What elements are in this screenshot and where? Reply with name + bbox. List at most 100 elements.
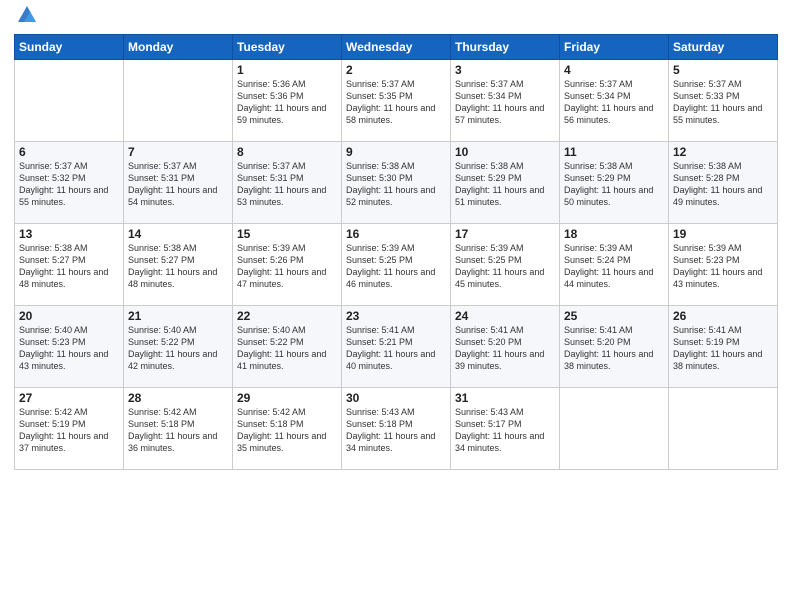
day-number: 16 — [346, 227, 446, 241]
calendar: SundayMondayTuesdayWednesdayThursdayFrid… — [14, 34, 778, 470]
day-number: 21 — [128, 309, 228, 323]
day-number: 3 — [455, 63, 555, 77]
day-number: 23 — [346, 309, 446, 323]
day-header-monday: Monday — [124, 34, 233, 59]
calendar-cell: 30Sunrise: 5:43 AM Sunset: 5:18 PM Dayli… — [342, 387, 451, 469]
logo-icon — [16, 4, 38, 26]
day-header-sunday: Sunday — [15, 34, 124, 59]
day-number: 10 — [455, 145, 555, 159]
day-number: 20 — [19, 309, 119, 323]
calendar-cell: 26Sunrise: 5:41 AM Sunset: 5:19 PM Dayli… — [669, 305, 778, 387]
day-number: 8 — [237, 145, 337, 159]
day-content: Sunrise: 5:37 AM Sunset: 5:35 PM Dayligh… — [346, 78, 446, 127]
day-content: Sunrise: 5:39 AM Sunset: 5:25 PM Dayligh… — [346, 242, 446, 291]
day-number: 13 — [19, 227, 119, 241]
day-content: Sunrise: 5:37 AM Sunset: 5:31 PM Dayligh… — [128, 160, 228, 209]
calendar-cell — [669, 387, 778, 469]
day-header-thursday: Thursday — [451, 34, 560, 59]
day-number: 15 — [237, 227, 337, 241]
calendar-cell: 17Sunrise: 5:39 AM Sunset: 5:25 PM Dayli… — [451, 223, 560, 305]
day-header-tuesday: Tuesday — [233, 34, 342, 59]
week-row-2: 6Sunrise: 5:37 AM Sunset: 5:32 PM Daylig… — [15, 141, 778, 223]
day-content: Sunrise: 5:36 AM Sunset: 5:36 PM Dayligh… — [237, 78, 337, 127]
day-number: 31 — [455, 391, 555, 405]
day-content: Sunrise: 5:38 AM Sunset: 5:29 PM Dayligh… — [455, 160, 555, 209]
day-content: Sunrise: 5:37 AM Sunset: 5:31 PM Dayligh… — [237, 160, 337, 209]
calendar-cell: 8Sunrise: 5:37 AM Sunset: 5:31 PM Daylig… — [233, 141, 342, 223]
calendar-cell: 1Sunrise: 5:36 AM Sunset: 5:36 PM Daylig… — [233, 59, 342, 141]
calendar-cell: 6Sunrise: 5:37 AM Sunset: 5:32 PM Daylig… — [15, 141, 124, 223]
calendar-cell: 14Sunrise: 5:38 AM Sunset: 5:27 PM Dayli… — [124, 223, 233, 305]
calendar-cell: 9Sunrise: 5:38 AM Sunset: 5:30 PM Daylig… — [342, 141, 451, 223]
day-header-wednesday: Wednesday — [342, 34, 451, 59]
calendar-cell: 28Sunrise: 5:42 AM Sunset: 5:18 PM Dayli… — [124, 387, 233, 469]
day-number: 18 — [564, 227, 664, 241]
day-content: Sunrise: 5:42 AM Sunset: 5:18 PM Dayligh… — [128, 406, 228, 455]
logo — [14, 10, 38, 30]
calendar-cell: 7Sunrise: 5:37 AM Sunset: 5:31 PM Daylig… — [124, 141, 233, 223]
day-number: 11 — [564, 145, 664, 159]
day-number: 1 — [237, 63, 337, 77]
day-number: 29 — [237, 391, 337, 405]
calendar-cell: 21Sunrise: 5:40 AM Sunset: 5:22 PM Dayli… — [124, 305, 233, 387]
day-number: 28 — [128, 391, 228, 405]
day-content: Sunrise: 5:40 AM Sunset: 5:23 PM Dayligh… — [19, 324, 119, 373]
day-content: Sunrise: 5:38 AM Sunset: 5:28 PM Dayligh… — [673, 160, 773, 209]
day-number: 14 — [128, 227, 228, 241]
day-number: 27 — [19, 391, 119, 405]
day-number: 25 — [564, 309, 664, 323]
day-number: 17 — [455, 227, 555, 241]
calendar-cell: 13Sunrise: 5:38 AM Sunset: 5:27 PM Dayli… — [15, 223, 124, 305]
day-number: 24 — [455, 309, 555, 323]
day-content: Sunrise: 5:41 AM Sunset: 5:21 PM Dayligh… — [346, 324, 446, 373]
calendar-cell: 27Sunrise: 5:42 AM Sunset: 5:19 PM Dayli… — [15, 387, 124, 469]
calendar-cell: 18Sunrise: 5:39 AM Sunset: 5:24 PM Dayli… — [560, 223, 669, 305]
day-number: 5 — [673, 63, 773, 77]
calendar-cell: 15Sunrise: 5:39 AM Sunset: 5:26 PM Dayli… — [233, 223, 342, 305]
calendar-cell: 23Sunrise: 5:41 AM Sunset: 5:21 PM Dayli… — [342, 305, 451, 387]
calendar-cell — [560, 387, 669, 469]
calendar-cell: 4Sunrise: 5:37 AM Sunset: 5:34 PM Daylig… — [560, 59, 669, 141]
day-content: Sunrise: 5:37 AM Sunset: 5:33 PM Dayligh… — [673, 78, 773, 127]
calendar-cell: 24Sunrise: 5:41 AM Sunset: 5:20 PM Dayli… — [451, 305, 560, 387]
day-number: 9 — [346, 145, 446, 159]
week-row-1: 1Sunrise: 5:36 AM Sunset: 5:36 PM Daylig… — [15, 59, 778, 141]
day-number: 19 — [673, 227, 773, 241]
day-content: Sunrise: 5:38 AM Sunset: 5:29 PM Dayligh… — [564, 160, 664, 209]
calendar-cell: 22Sunrise: 5:40 AM Sunset: 5:22 PM Dayli… — [233, 305, 342, 387]
calendar-cell: 19Sunrise: 5:39 AM Sunset: 5:23 PM Dayli… — [669, 223, 778, 305]
day-content: Sunrise: 5:38 AM Sunset: 5:27 PM Dayligh… — [19, 242, 119, 291]
calendar-cell: 5Sunrise: 5:37 AM Sunset: 5:33 PM Daylig… — [669, 59, 778, 141]
calendar-cell: 31Sunrise: 5:43 AM Sunset: 5:17 PM Dayli… — [451, 387, 560, 469]
day-content: Sunrise: 5:41 AM Sunset: 5:19 PM Dayligh… — [673, 324, 773, 373]
calendar-body: 1Sunrise: 5:36 AM Sunset: 5:36 PM Daylig… — [15, 59, 778, 469]
day-content: Sunrise: 5:39 AM Sunset: 5:23 PM Dayligh… — [673, 242, 773, 291]
day-content: Sunrise: 5:39 AM Sunset: 5:26 PM Dayligh… — [237, 242, 337, 291]
day-number: 30 — [346, 391, 446, 405]
day-number: 22 — [237, 309, 337, 323]
day-content: Sunrise: 5:41 AM Sunset: 5:20 PM Dayligh… — [564, 324, 664, 373]
day-number: 2 — [346, 63, 446, 77]
day-number: 4 — [564, 63, 664, 77]
calendar-cell — [124, 59, 233, 141]
calendar-header: SundayMondayTuesdayWednesdayThursdayFrid… — [15, 34, 778, 59]
calendar-cell: 25Sunrise: 5:41 AM Sunset: 5:20 PM Dayli… — [560, 305, 669, 387]
week-row-4: 20Sunrise: 5:40 AM Sunset: 5:23 PM Dayli… — [15, 305, 778, 387]
day-number: 26 — [673, 309, 773, 323]
week-row-3: 13Sunrise: 5:38 AM Sunset: 5:27 PM Dayli… — [15, 223, 778, 305]
day-content: Sunrise: 5:37 AM Sunset: 5:34 PM Dayligh… — [564, 78, 664, 127]
day-content: Sunrise: 5:37 AM Sunset: 5:34 PM Dayligh… — [455, 78, 555, 127]
calendar-cell: 3Sunrise: 5:37 AM Sunset: 5:34 PM Daylig… — [451, 59, 560, 141]
calendar-cell: 16Sunrise: 5:39 AM Sunset: 5:25 PM Dayli… — [342, 223, 451, 305]
calendar-cell — [15, 59, 124, 141]
day-number: 6 — [19, 145, 119, 159]
day-content: Sunrise: 5:39 AM Sunset: 5:25 PM Dayligh… — [455, 242, 555, 291]
day-header-saturday: Saturday — [669, 34, 778, 59]
day-content: Sunrise: 5:42 AM Sunset: 5:18 PM Dayligh… — [237, 406, 337, 455]
day-content: Sunrise: 5:38 AM Sunset: 5:30 PM Dayligh… — [346, 160, 446, 209]
page: SundayMondayTuesdayWednesdayThursdayFrid… — [0, 0, 792, 612]
calendar-cell: 29Sunrise: 5:42 AM Sunset: 5:18 PM Dayli… — [233, 387, 342, 469]
day-content: Sunrise: 5:40 AM Sunset: 5:22 PM Dayligh… — [128, 324, 228, 373]
calendar-cell: 11Sunrise: 5:38 AM Sunset: 5:29 PM Dayli… — [560, 141, 669, 223]
days-of-week-row: SundayMondayTuesdayWednesdayThursdayFrid… — [15, 34, 778, 59]
